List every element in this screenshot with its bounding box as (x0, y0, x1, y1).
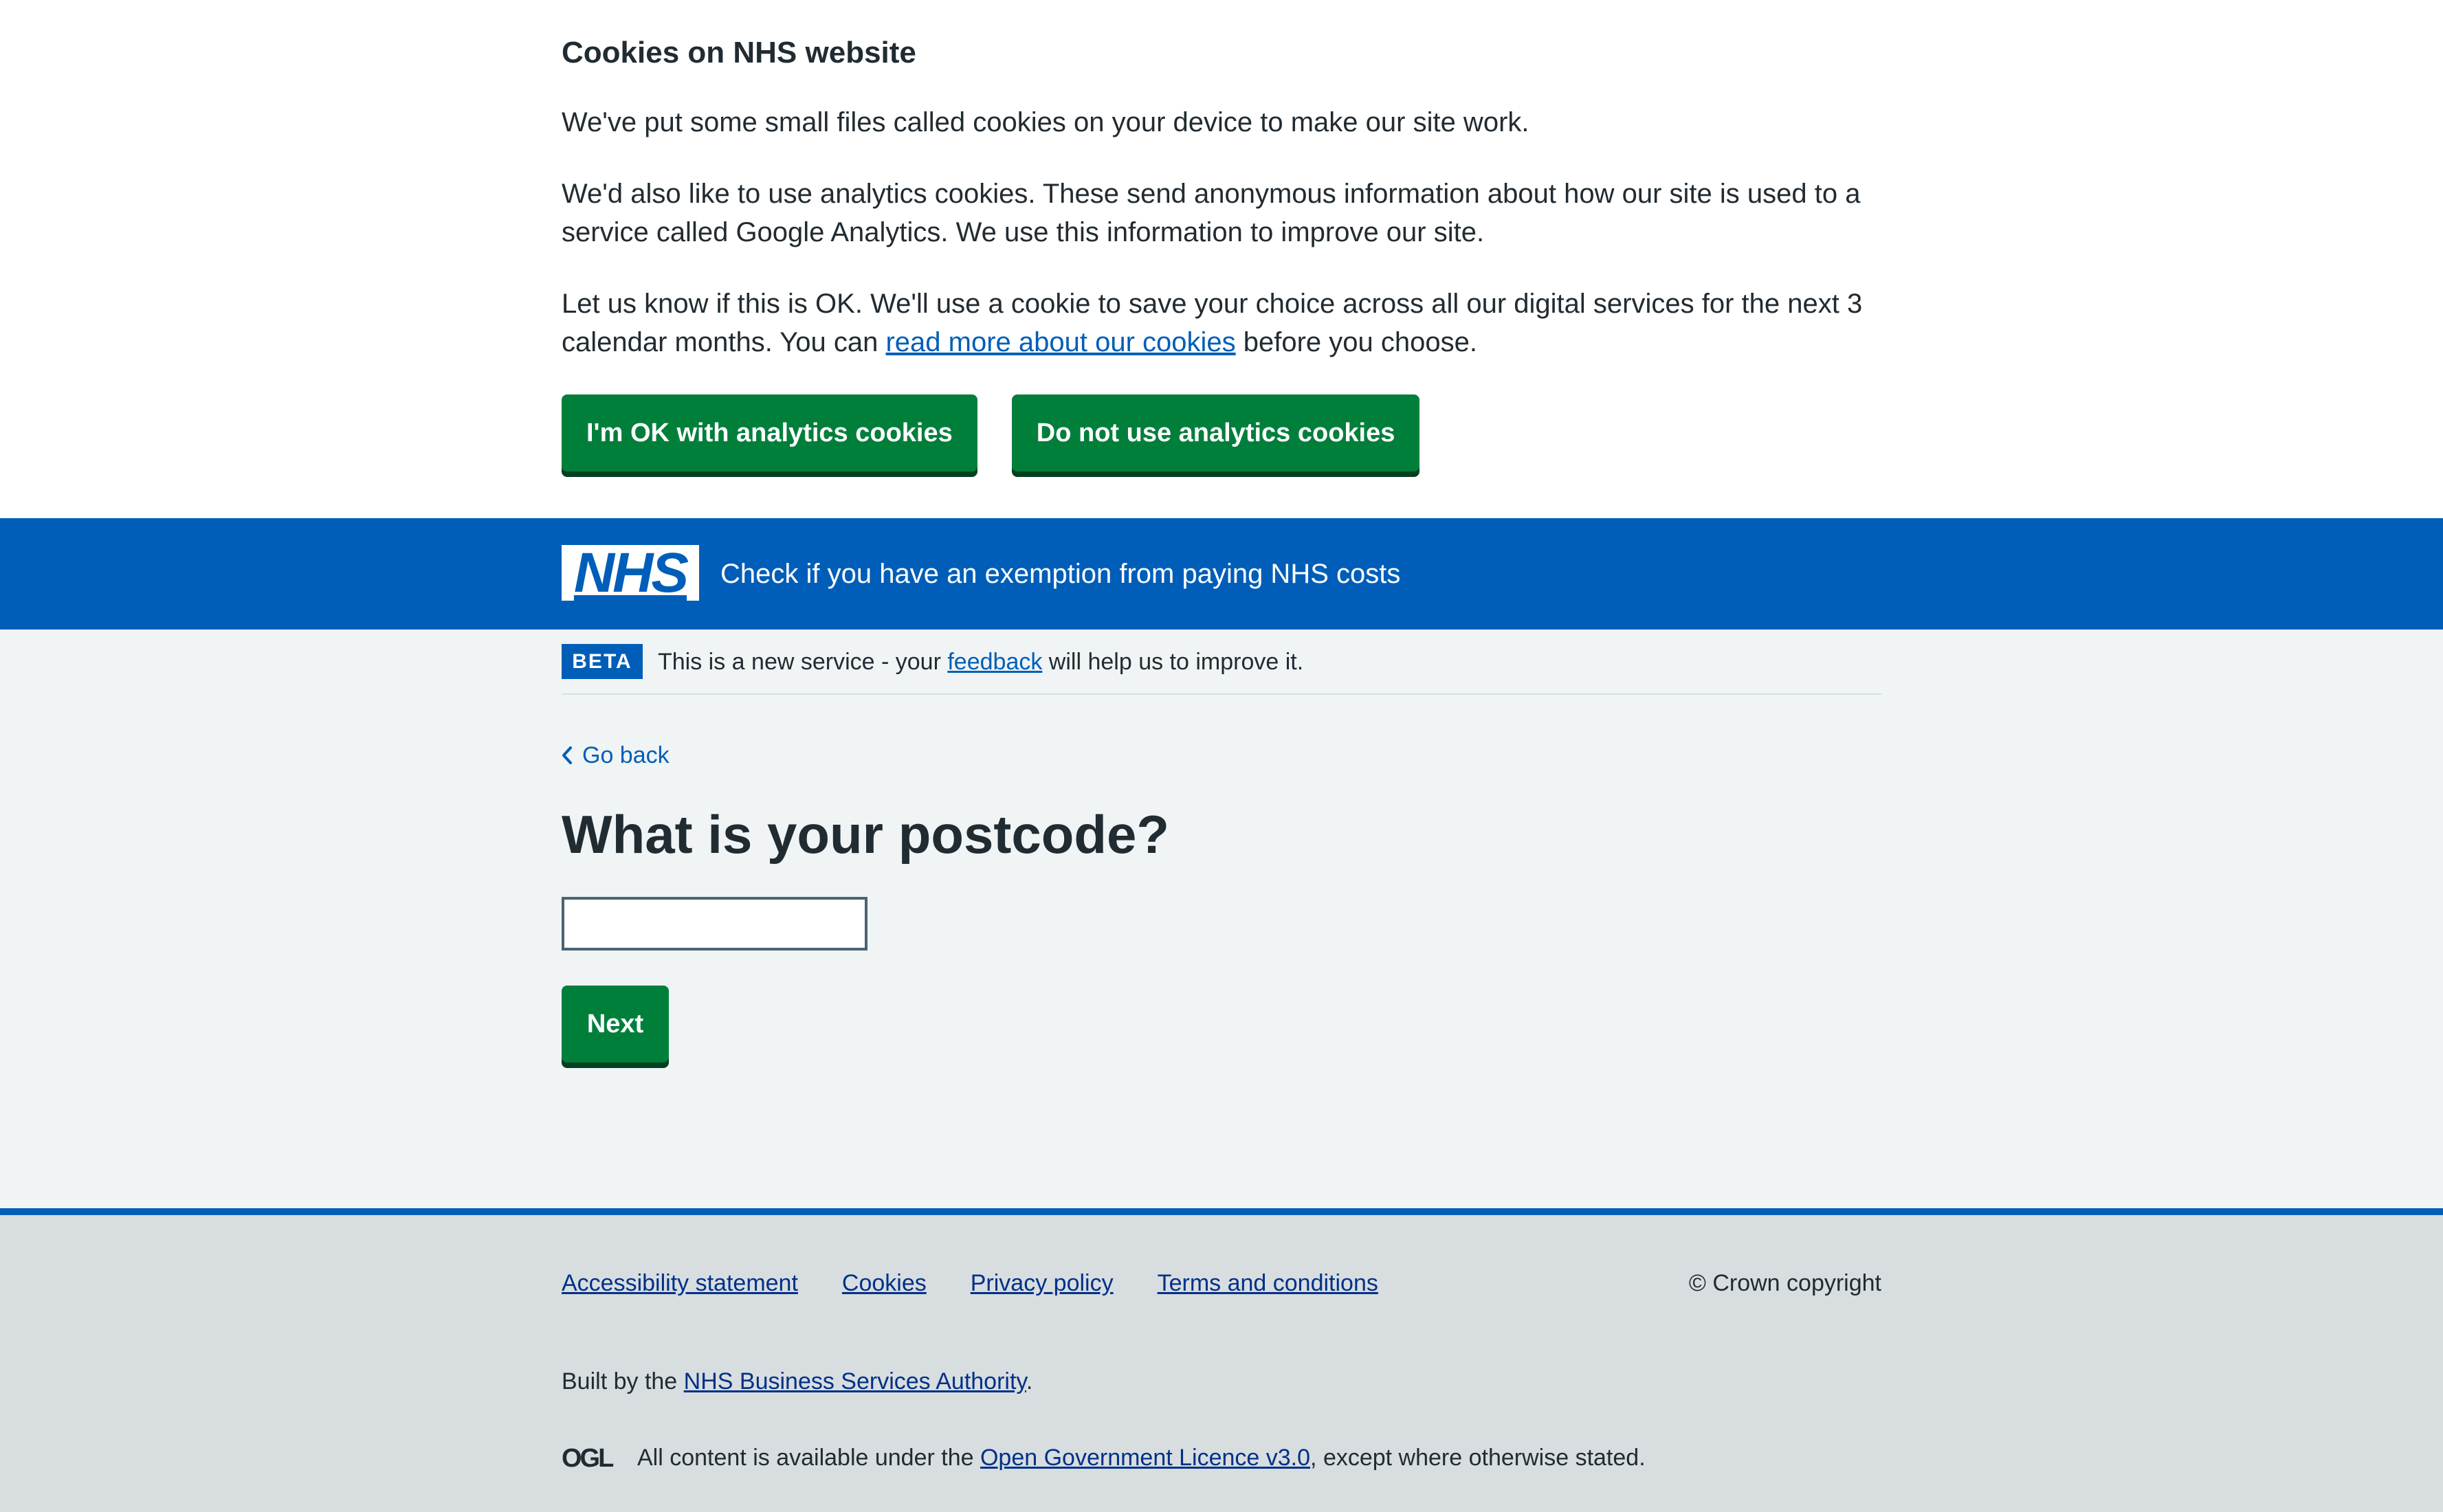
footer-link-privacy[interactable]: Privacy policy (971, 1267, 1114, 1299)
phase-banner: BETA This is a new service - your feedba… (562, 630, 1881, 695)
cookie-banner-paragraph-3: Let us know if this is OK. We'll use a c… (562, 285, 1881, 362)
postcode-input[interactable] (562, 897, 867, 950)
built-text-before: Built by the (562, 1368, 684, 1394)
ogl-link[interactable]: Open Government Licence v3.0 (980, 1445, 1310, 1471)
licence-text-before: All content is available under the (637, 1445, 980, 1471)
cookie-text-after: before you choose. (1235, 327, 1477, 357)
phase-text-before: This is a new service - your (658, 649, 948, 675)
licence-row: OGL All content is available under the O… (562, 1442, 1646, 1474)
beta-tag: BETA (562, 644, 643, 679)
footer-links: Accessibility statement Cookies Privacy … (562, 1267, 1378, 1299)
ogl-logo-text: OGL (562, 1445, 614, 1470)
cookie-banner-heading: Cookies on NHS website (562, 36, 916, 69)
built-text-after: . (1026, 1368, 1033, 1394)
service-name[interactable]: Check if you have an exemption from payi… (720, 557, 1400, 591)
licence-text-after: , except where otherwise stated. (1310, 1445, 1646, 1471)
nhs-logo-text: NHS (573, 542, 689, 604)
site-footer: Accessibility statement Cookies Privacy … (0, 1208, 2443, 1512)
licence-text: All content is available under the Open … (637, 1442, 1646, 1474)
accept-analytics-cookies-button[interactable]: I'm OK with analytics cookies (562, 394, 977, 471)
nhsbsa-link[interactable]: NHS Business Services Authority (684, 1368, 1026, 1394)
read-more-cookies-link[interactable]: read more about our cookies (885, 327, 1235, 357)
feedback-link[interactable]: feedback (947, 649, 1042, 675)
cookie-banner-content: Cookies on NHS website We've put some sm… (562, 32, 1881, 471)
chevron-left-icon (562, 746, 572, 764)
cookie-banner-paragraph-2: We'd also like to use analytics cookies.… (562, 179, 1861, 247)
phase-banner-text: This is a new service - your feedback wi… (658, 645, 1303, 679)
nhs-logo[interactable]: NHS (562, 545, 699, 601)
footer-link-accessibility[interactable]: Accessibility statement (562, 1267, 798, 1299)
cookie-banner: Cookies on NHS website We've put some sm… (0, 0, 2443, 518)
back-link-label: Go back (582, 742, 670, 768)
site-header: NHS Check if you have an exemption from … (0, 518, 2443, 630)
built-by: Built by the NHS Business Services Autho… (562, 1366, 1032, 1397)
back-link[interactable]: Go back (562, 740, 670, 771)
footer-link-cookies[interactable]: Cookies (842, 1267, 927, 1299)
footer-link-terms[interactable]: Terms and conditions (1158, 1267, 1378, 1299)
copyright: © Crown copyright (1688, 1270, 1881, 1296)
next-button[interactable]: Next (562, 986, 669, 1063)
reject-analytics-cookies-button[interactable]: Do not use analytics cookies (1011, 394, 1420, 471)
page: Cookies on NHS website We've put some sm… (0, 0, 2443, 1512)
phase-text-after: will help us to improve it. (1042, 649, 1304, 675)
cookie-banner-paragraph-1: We've put some small files called cookie… (562, 107, 1529, 137)
page-title: What is your postcode? (562, 804, 1170, 865)
cookie-buttons: I'm OK with analytics cookies Do not use… (562, 394, 1881, 471)
ogl-icon: OGL (562, 1445, 616, 1470)
